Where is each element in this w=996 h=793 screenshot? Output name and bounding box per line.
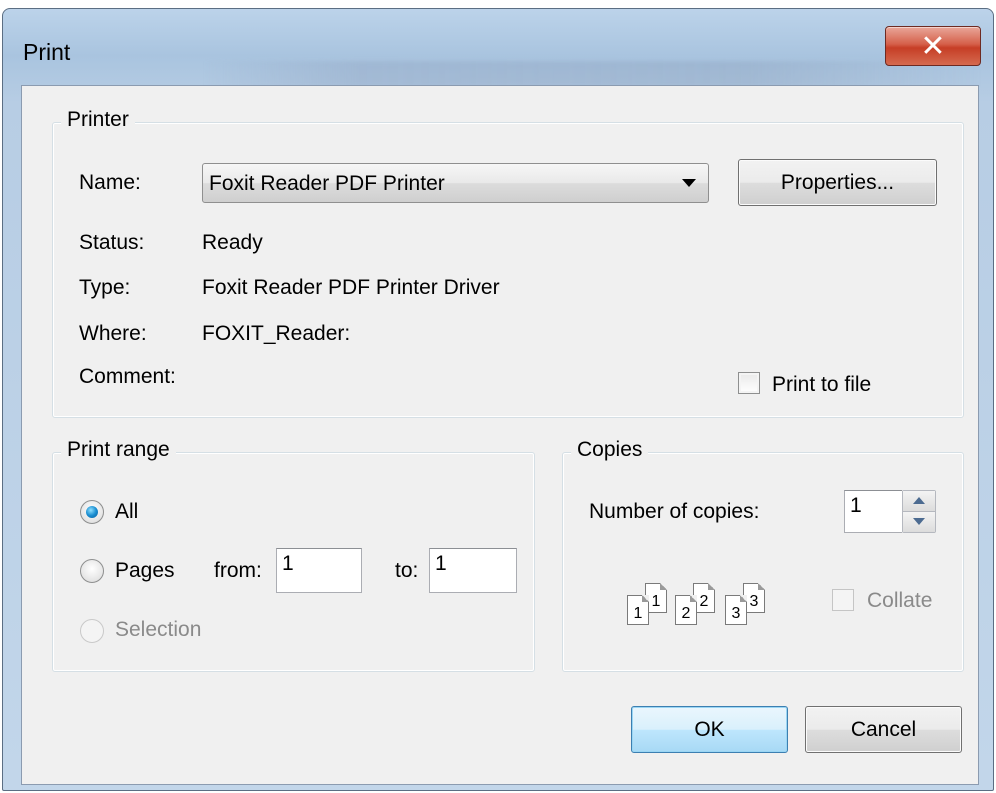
- dialog-client-area: Printer Name: Foxit Reader PDF Printer P…: [21, 85, 979, 785]
- pages-radio[interactable]: [80, 559, 104, 583]
- where-value: FOXIT_Reader:: [202, 322, 351, 345]
- number-of-copies-label: Number of copies:: [589, 500, 760, 523]
- cancel-button-label: Cancel: [850, 717, 917, 741]
- spin-down-button[interactable]: [903, 511, 935, 532]
- where-label: Where:: [79, 322, 147, 345]
- collate-page-front-2: 2: [675, 595, 697, 625]
- page-fold-icon: [740, 595, 747, 602]
- copies-group: Copies: [562, 438, 964, 672]
- chevron-down-icon: [682, 179, 696, 187]
- properties-button[interactable]: Properties...: [738, 159, 937, 206]
- window-title: Print: [23, 39, 71, 65]
- selection-radio-label[interactable]: Selection: [115, 618, 201, 642]
- selection-radio[interactable]: [80, 619, 104, 643]
- collate-label[interactable]: Collate: [867, 589, 932, 613]
- copies-input[interactable]: 1: [844, 490, 902, 533]
- ok-button[interactable]: OK: [631, 706, 788, 753]
- print-range-group-label: Print range: [61, 438, 176, 462]
- comment-label: Comment:: [79, 365, 176, 388]
- to-page-value: 1: [435, 552, 447, 575]
- to-label: to:: [395, 559, 419, 582]
- close-icon: ✕: [920, 29, 946, 63]
- title-bar[interactable]: Print ✕: [3, 9, 993, 89]
- page-fold-icon: [660, 583, 667, 590]
- all-radio[interactable]: [80, 500, 104, 524]
- page-fold-icon: [708, 583, 715, 590]
- collate-page-front-1: 1: [627, 595, 649, 625]
- close-button[interactable]: ✕: [885, 26, 981, 66]
- arrow-down-icon: [913, 518, 925, 526]
- page-fold-icon: [758, 583, 765, 590]
- background-window-blur: [203, 61, 983, 87]
- properties-button-label: Properties...: [780, 170, 895, 194]
- page-fold-icon: [642, 595, 649, 602]
- print-to-file-label[interactable]: Print to file: [772, 373, 871, 397]
- printer-name-value: Foxit Reader PDF Printer: [209, 172, 445, 195]
- arrow-up-icon: [913, 497, 925, 505]
- copies-group-label: Copies: [571, 438, 649, 462]
- from-label: from:: [214, 559, 262, 582]
- print-to-file-checkbox[interactable]: [738, 372, 760, 394]
- all-radio-label[interactable]: All: [115, 500, 138, 524]
- collate-page-number: 2: [681, 605, 691, 622]
- copies-spinner[interactable]: [902, 490, 936, 533]
- collate-page-number: 3: [731, 605, 741, 622]
- type-label: Type:: [79, 276, 131, 299]
- cancel-button[interactable]: Cancel: [805, 706, 962, 753]
- name-label: Name:: [79, 171, 141, 194]
- from-page-value: 1: [282, 552, 294, 575]
- collate-page-number: 1: [633, 605, 643, 622]
- status-label: Status:: [79, 231, 145, 254]
- collate-checkbox[interactable]: [832, 589, 854, 611]
- spin-up-button[interactable]: [903, 491, 935, 512]
- status-value: Ready: [202, 231, 263, 254]
- type-value: Foxit Reader PDF Printer Driver: [202, 276, 500, 299]
- collate-page-number: 2: [699, 593, 709, 610]
- printer-group-label: Printer: [61, 108, 135, 132]
- to-page-input[interactable]: 1: [429, 548, 517, 593]
- pages-radio-label[interactable]: Pages: [115, 559, 175, 583]
- collate-illustration: 1 1 2 2 3 3: [627, 583, 787, 631]
- collate-page-number: 3: [749, 593, 759, 610]
- from-page-input[interactable]: 1: [276, 548, 362, 593]
- printer-name-select[interactable]: Foxit Reader PDF Printer: [202, 163, 709, 203]
- collate-page-number: 1: [651, 593, 661, 610]
- copies-value: 1: [850, 494, 862, 517]
- print-dialog-window: Print ✕ Printer Name: Foxit Reader PDF P…: [2, 8, 994, 791]
- page-fold-icon: [690, 595, 697, 602]
- collate-page-front-3: 3: [725, 595, 747, 625]
- ok-button-label: OK: [694, 717, 725, 741]
